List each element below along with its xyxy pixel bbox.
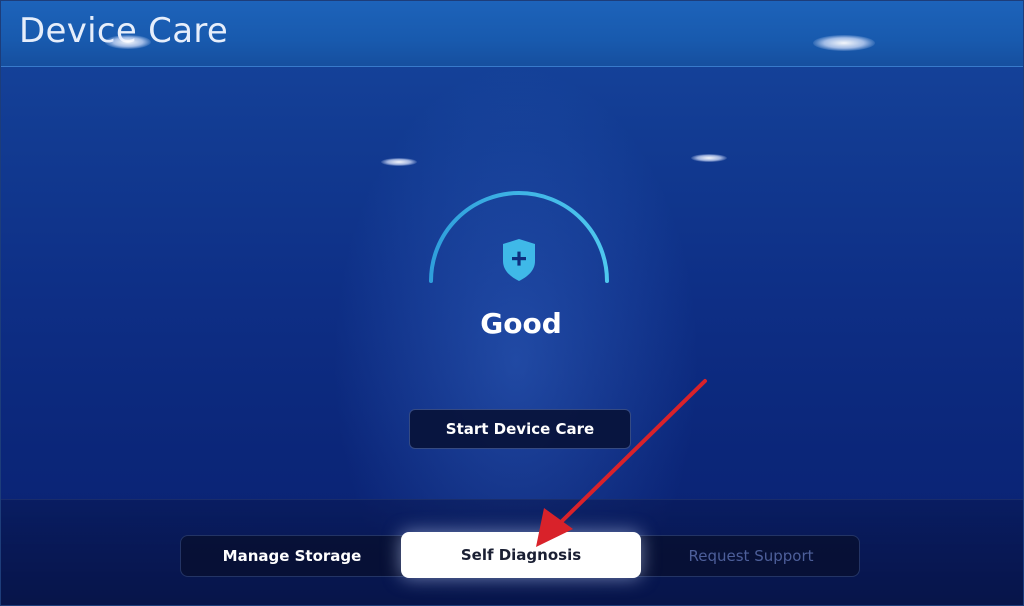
shield-plus-icon — [503, 239, 535, 281]
self-diagnosis-button[interactable]: Self Diagnosis — [401, 532, 641, 578]
start-device-care-button[interactable]: Start Device Care — [409, 409, 631, 449]
bottom-menu: Manage Storage Self Diagnosis Request Su… — [180, 532, 861, 578]
ceiling-light — [691, 154, 727, 162]
ceiling-light — [381, 158, 417, 166]
ceiling-light — [105, 35, 151, 49]
header-bar: Device Care — [1, 1, 1023, 67]
health-gauge — [429, 191, 609, 283]
health-status: Good — [480, 307, 562, 340]
device-care-screen: Device Care Good Start Device Care Manag… — [0, 0, 1024, 606]
request-support-button[interactable]: Request Support — [641, 536, 861, 576]
manage-storage-button[interactable]: Manage Storage — [181, 536, 403, 576]
ceiling-light — [813, 35, 875, 51]
